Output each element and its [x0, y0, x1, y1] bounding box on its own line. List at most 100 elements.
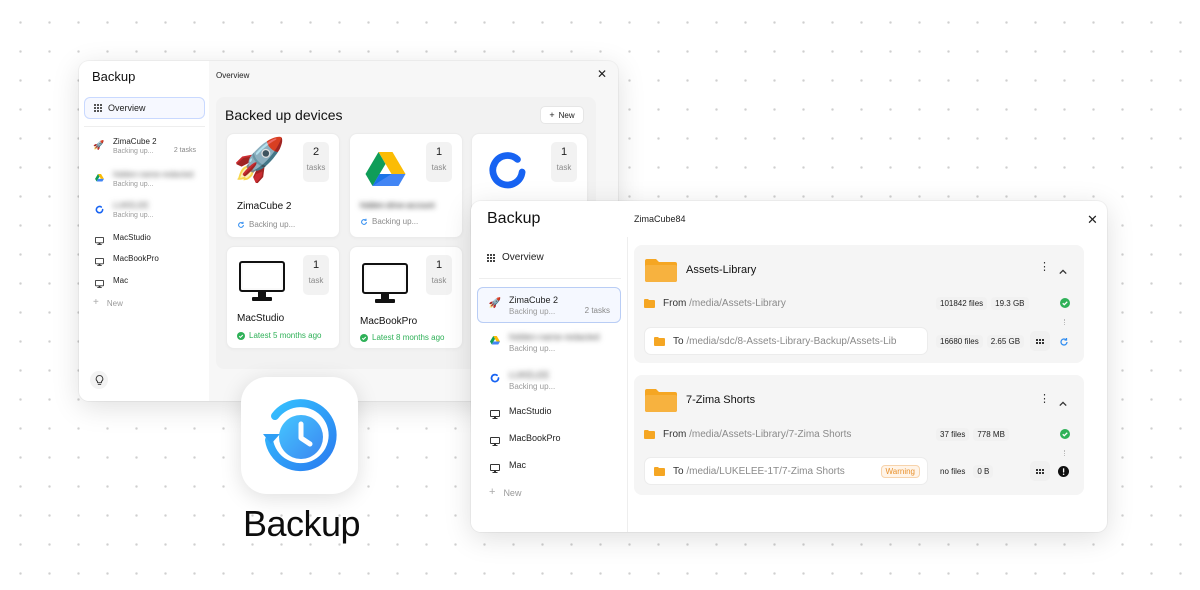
monitor-icon [489, 408, 501, 420]
sidebar-item-title: MacBookPro [509, 433, 561, 443]
grid-icon [94, 104, 102, 112]
syncing-icon [238, 221, 244, 228]
status-text: Backing up... [249, 220, 296, 229]
task-count: 1 [312, 259, 320, 271]
to-label: To /media/sdc/8-Assets-Library-Backup/As… [673, 336, 896, 347]
syncing-icon [361, 218, 367, 225]
sidebar-item-subtitle: Backing up... [509, 344, 556, 353]
device-card-macbookpro[interactable]: 1 task MacBookPro Latest 8 months ago [349, 246, 463, 349]
check-circle-icon [237, 331, 245, 340]
back-sidebar-item-zimacube[interactable]: 🚀 ZimaCube 2 Backing up... 2 tasks [93, 137, 205, 155]
sidebar-item-title-redacted: LUKELEE [113, 201, 150, 210]
back-sidebar-item-gdrive[interactable]: hidden-name-redacted Backing up... [93, 170, 194, 188]
grid-icon [487, 253, 495, 262]
divider [84, 126, 205, 127]
sidebar-item-title: ZimaCube 2 [113, 137, 157, 146]
task-unit: task [431, 276, 447, 285]
device-status: Backing up... [237, 220, 295, 229]
connector-dots [1064, 319, 1065, 325]
sidebar-item-title: ZimaCube 2 [509, 295, 559, 305]
task-count-badge: 1 task [551, 142, 577, 182]
task-settings-button[interactable] [1030, 461, 1050, 481]
from-size: 19.3 GB [991, 296, 1029, 310]
sidebar-item-meta: 2 tasks [584, 306, 610, 315]
sidebar-item-title: MacStudio [509, 406, 552, 416]
front-sidebar-item-macbookpro[interactable]: MacBookPro [489, 433, 561, 447]
device-card-zimacube[interactable]: 🚀 2 tasks ZimaCube 2 Backing up... [226, 133, 340, 238]
folder-icon [644, 429, 655, 439]
app-icon-label: Backup [243, 503, 361, 544]
from-file-count: 37 files [936, 427, 970, 441]
monitor-icon [489, 462, 501, 474]
front-sidebar-item-cloud[interactable]: LUKELEE Backing up... [489, 370, 555, 391]
monitor-icon [239, 261, 285, 301]
task-count: 2 [312, 146, 320, 158]
task-folder-name: 7-Zima Shorts [686, 394, 756, 406]
device-card-gdrive[interactable]: 1 task hidden-drive-account Backing up..… [349, 133, 463, 238]
front-sidebar-item-macstudio[interactable]: MacStudio [489, 406, 552, 420]
task-more-button[interactable]: ⋮ [1039, 262, 1050, 273]
lightbulb-button[interactable] [90, 371, 108, 389]
to-path: /media/LUKELEE-1T/7-Zima Shorts [686, 465, 845, 477]
front-sidebar-item-mac[interactable]: Mac [489, 460, 526, 474]
device-name-redacted: hidden-drive-account [360, 201, 435, 210]
front-sidebar-item-gdrive[interactable]: hidden-name-redacted Backing up... [489, 332, 600, 353]
task-count-badge: 1 task [303, 255, 329, 295]
monitor-icon [93, 278, 105, 290]
task-collapse-button[interactable] [1059, 394, 1071, 407]
to-path: /media/sdc/8-Assets-Library-Backup/Asset… [686, 335, 897, 347]
plus-icon: + [549, 110, 555, 120]
to-row[interactable]: To /media/LUKELEE-1T/7-Zima Shorts Warni… [644, 457, 928, 485]
task-unit: task [308, 276, 324, 285]
back-sidebar-overview[interactable]: Overview [84, 97, 205, 119]
task-settings-button[interactable] [1030, 331, 1050, 351]
task-collapse-button[interactable] [1059, 262, 1071, 275]
back-sidebar-item-cloud[interactable]: LUKELEE Backing up... [93, 201, 153, 219]
connector-dots [1064, 450, 1065, 456]
sidebar-item-subtitle: Backing up... [113, 212, 154, 219]
device-card-macstudio[interactable]: 1 task MacStudio Latest 5 months ago [226, 246, 340, 349]
folder-icon [645, 259, 677, 282]
from-row: From /media/Assets-Library/7-Zima Shorts… [644, 423, 1074, 445]
from-prefix: From [663, 428, 687, 440]
front-sidebar-new[interactable]: + New [489, 487, 521, 499]
chevron-up-icon [1059, 401, 1067, 407]
back-app-title: Backup [92, 69, 136, 84]
clock-history-icon [263, 399, 337, 472]
task-count-badge: 1 task [426, 255, 452, 295]
sync-cloud-icon [489, 152, 526, 189]
task-more-button[interactable]: ⋮ [1039, 394, 1050, 405]
check-circle-icon [1060, 298, 1070, 308]
folder-icon [644, 298, 655, 308]
back-sidebar-item-macstudio[interactable]: MacStudio [93, 233, 151, 247]
rocket-icon: 🚀 [488, 297, 502, 309]
task-count-badge: 2 tasks [303, 142, 329, 182]
app-icon-tile [241, 377, 358, 494]
from-path: /media/Assets-Library/7-Zima Shorts [689, 428, 852, 440]
device-name: MacStudio [237, 313, 285, 324]
front-close-button[interactable]: ✕ [1087, 213, 1098, 226]
to-file-count: no files [940, 467, 966, 476]
front-sidebar: Backup Overview 🚀 ZimaCube 2 Backing up.… [471, 201, 627, 532]
back-close-button[interactable]: ✕ [597, 68, 607, 80]
grid-dots-icon [1036, 468, 1044, 474]
task-unit: task [556, 163, 572, 172]
front-sidebar-item-zimacube[interactable]: 🚀 ZimaCube 2 Backing up... 2 tasks [477, 287, 621, 323]
error-circle-icon [1058, 466, 1069, 477]
warning-badge: Warning [880, 465, 920, 478]
lightbulb-icon [95, 374, 103, 385]
sync-cloud-icon [93, 203, 105, 215]
front-sidebar-overview[interactable]: Overview [487, 252, 544, 263]
back-sidebar-item-mac[interactable]: Mac [93, 276, 128, 290]
back-sidebar-new[interactable]: + New [93, 298, 123, 310]
sidebar-new-label: New [106, 299, 123, 308]
to-file-count: 16680 files [936, 335, 983, 348]
new-device-button[interactable]: + New [540, 106, 584, 124]
to-row[interactable]: To /media/sdc/8-Assets-Library-Backup/As… [644, 327, 928, 355]
sidebar-divider [627, 237, 628, 532]
folder-icon [654, 336, 665, 346]
rocket-image: 🚀 [233, 136, 286, 183]
front-app-title: Backup [487, 210, 541, 227]
back-sidebar-item-macbookpro[interactable]: MacBookPro [93, 254, 159, 268]
sidebar-item-title: MacStudio [113, 233, 151, 242]
